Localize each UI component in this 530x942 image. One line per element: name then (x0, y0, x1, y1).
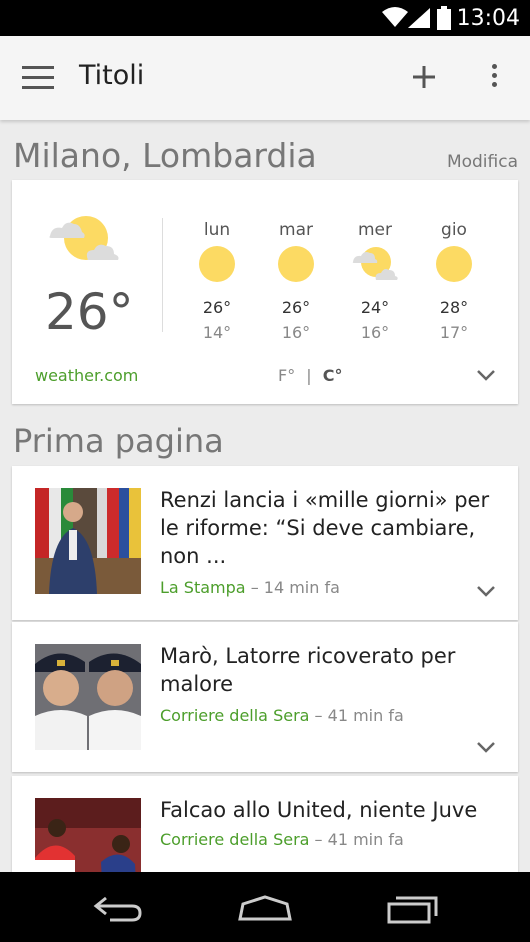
news-time: – 41 min fa (314, 830, 404, 849)
forecast-day-name: mer (357, 220, 392, 240)
forecast-day-name: lun (203, 220, 231, 240)
forecast-high: 26° (281, 298, 311, 317)
add-icon[interactable] (410, 63, 438, 91)
edit-location-link[interactable]: Modifica (447, 152, 518, 172)
news-meta: Corriere della Sera – 41 min fa (160, 706, 404, 725)
menu-icon[interactable] (22, 66, 54, 90)
weather-card[interactable]: 26° lun 26° 14° mar 26° 16° mer 24° 16° … (12, 180, 518, 404)
fahrenheit-toggle[interactable]: F° (278, 366, 295, 385)
news-thumbnail (35, 488, 141, 594)
recent-apps-icon[interactable] (386, 894, 440, 924)
section-title: Prima pagina (13, 422, 224, 460)
forecast-low: 17° (439, 323, 469, 342)
chevron-down-icon[interactable] (476, 740, 496, 754)
chevron-down-icon[interactable] (476, 584, 496, 598)
forecast-day-name: mar (279, 220, 313, 240)
news-source[interactable]: Corriere della Sera (160, 830, 309, 849)
news-source[interactable]: Corriere della Sera (160, 706, 309, 725)
forecast-low: 16° (360, 323, 390, 342)
sun-icon (278, 246, 314, 282)
signal-icon (408, 8, 430, 28)
forecast-day: gio 28° 17° (424, 220, 484, 342)
news-card[interactable]: Marò, Latorre ricoverato per malore Corr… (12, 622, 518, 772)
forecast-low: 14° (202, 323, 232, 342)
current-temperature: 26° (45, 283, 134, 341)
forecast-day: mar 26° 16° (266, 220, 326, 342)
unit-separator: | (306, 366, 312, 385)
news-headline[interactable]: Falcao allo United, niente Juve (160, 796, 505, 824)
partly-cloudy-icon (352, 247, 398, 280)
chevron-down-icon[interactable] (476, 368, 496, 382)
weather-source-link[interactable]: weather.com (35, 366, 138, 385)
home-icon[interactable] (237, 894, 293, 922)
news-headline[interactable]: Renzi lancia i «mille giorni» per le rif… (160, 486, 505, 570)
forecast-high: 26° (202, 298, 232, 317)
divider (162, 218, 163, 332)
forecast-low: 16° (281, 323, 311, 342)
news-headline[interactable]: Marò, Latorre ricoverato per malore (160, 642, 505, 698)
forecast-day: lun 26° 14° (187, 220, 247, 342)
celsius-toggle[interactable]: C° (323, 366, 343, 385)
sun-icon (199, 246, 235, 282)
news-thumbnail (35, 644, 141, 750)
news-meta: Corriere della Sera – 41 min fa (160, 830, 404, 849)
forecast-day-name: gio (441, 220, 467, 240)
sun-icon (436, 246, 472, 282)
weather-location: Milano, Lombardia (13, 136, 317, 175)
clock: 13:04 (456, 6, 520, 31)
wifi-icon (382, 7, 408, 27)
app-bar: Titoli (0, 36, 530, 120)
forecast-high: 24° (360, 298, 390, 317)
news-time: – 14 min fa (250, 578, 340, 597)
partly-cloudy-icon (49, 216, 119, 260)
battery-icon (437, 6, 451, 30)
news-meta: La Stampa – 14 min fa (160, 578, 340, 597)
back-icon[interactable] (92, 894, 144, 922)
news-source[interactable]: La Stampa (160, 578, 246, 597)
overflow-menu-icon[interactable] (488, 64, 500, 92)
forecast-day: mer 24° 16° (345, 220, 405, 342)
page-title: Titoli (79, 60, 145, 91)
forecast-high: 28° (439, 298, 469, 317)
unit-toggle[interactable]: F° | C° (278, 366, 343, 385)
news-card[interactable]: Falcao allo United, niente Juve Corriere… (12, 776, 518, 904)
navigation-bar (0, 872, 530, 942)
status-bar: 13:04 (0, 0, 530, 36)
news-card[interactable]: Renzi lancia i «mille giorni» per le rif… (12, 466, 518, 620)
news-time: – 41 min fa (314, 706, 404, 725)
